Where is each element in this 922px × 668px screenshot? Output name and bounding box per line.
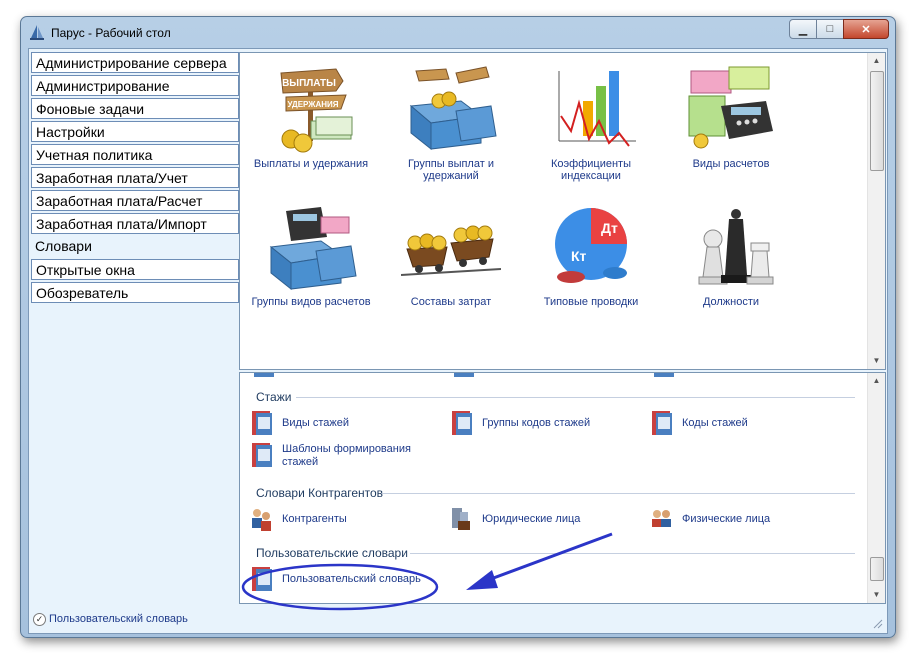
list-item-vidy-stazhey[interactable]: Виды стажей [248,409,349,437]
tile-payment-groups[interactable]: Группы выплат и удержаний [386,61,516,182]
parus-sail-icon [30,25,44,40]
list-item-kontragenty[interactable]: Контрагенты [248,505,347,533]
client-area: Администрирование сервера Администрирова… [28,48,888,634]
tile-cost-compositions[interactable]: Составы затрат [386,199,516,308]
nav-item-browser[interactable]: Обозреватель [31,282,239,303]
payments-signpost-icon: ВЫПЛАТЫ УДЕРЖАНИЯ [280,68,353,153]
small-icons-pane: Стажи Виды стажей Группы кодов стажей Ко… [239,372,886,604]
tile-label: Должности [702,296,760,308]
tile-label: Выплаты и удержания [253,158,369,170]
checkmark-icon: ✓ [33,613,46,626]
book-icon [252,567,272,591]
list-item-yuridicheskie-litsa[interactable]: Юридические лица [448,505,580,533]
section-title-contragents: Словари Контрагентов [256,486,384,500]
tile-positions[interactable]: Должности [666,199,796,308]
tile-calc-groups[interactable]: Группы видов расчетов [246,199,376,308]
tile-label: Виды расчетов [692,158,770,170]
coin-carts-icon [400,225,502,276]
maximize-button[interactable]: □ [816,19,844,39]
list-item-fizicheskie-litsa[interactable]: Физические лица [648,505,770,533]
debit-credit-pie-icon: Дт Кт [555,208,627,283]
tile-payments[interactable]: ВЫПЛАТЫ УДЕРЖАНИЯ Выплаты и удержания [246,61,376,170]
persons-icon [652,510,671,527]
partial-book-icon [654,373,674,377]
tile-label: Типовые проводки [543,296,639,308]
window-title: Парус - Рабочий стол [51,26,171,40]
scroll-up-arrow-icon[interactable]: ▲ [868,373,885,389]
svg-text:Кт: Кт [571,248,587,264]
tile-label: Группы видов расчетов [251,296,371,308]
partial-book-icon [454,373,474,377]
large-icons-pane: ВЫПЛАТЫ УДЕРЖАНИЯ Выплаты и удержания Гр… [239,52,886,370]
section-divider [296,397,855,398]
top-pane-scrollbar[interactable]: ▲ ▼ [867,53,885,369]
nav-item-dictionaries[interactable]: Словари [31,236,239,257]
nav-item-admin[interactable]: Администрирование [31,75,239,96]
scroll-thumb[interactable] [870,557,884,581]
section-divider [410,553,855,554]
tile-index-coefficients[interactable]: Коэффициенты индексации [526,61,656,182]
svg-text:УДЕРЖАНИЯ: УДЕРЖАНИЯ [287,100,338,109]
svg-text:Дт: Дт [601,220,618,236]
status-text: Пользовательский словарь [49,613,188,625]
section-title-stazhi: Стажи [256,390,292,404]
nav-item-accounting-policy[interactable]: Учетная политика [31,144,239,165]
nav-item-salary-calculation[interactable]: Заработная плата/Расчет [31,190,239,211]
tile-label: Составы затрат [410,296,492,308]
scroll-down-arrow-icon[interactable]: ▼ [868,353,885,369]
section-divider [382,493,855,494]
list-item-shablony-stazhey[interactable]: Шаблоны формирования стажей [248,441,428,469]
nav-item-salary-import[interactable]: Заработная плата/Импорт [31,213,239,234]
book-icon [452,411,472,435]
calculator-money-icon [688,66,773,149]
tile-label: Группы выплат и удержаний [408,158,494,182]
minimize-button[interactable]: ▁ [789,19,817,39]
nav-item-server-admin[interactable]: Администрирование сервера [31,52,239,73]
resize-grip-icon[interactable] [873,619,883,629]
tile-calculation-types[interactable]: Виды расчетов [666,61,796,170]
nav-item-open-windows[interactable]: Открытые окна [31,259,239,280]
nav-item-settings[interactable]: Настройки [31,121,239,142]
list-item-gruppy-kodov-stazhey[interactable]: Группы кодов стажей [448,409,590,437]
payment-groups-box-icon [409,66,497,151]
calc-groups-box-icon [269,207,357,291]
partial-book-icon [254,373,274,377]
nav-item-background-tasks[interactable]: Фоновые задачи [31,98,239,119]
scroll-down-arrow-icon[interactable]: ▼ [868,587,885,603]
status-bar: ✓ Пользовательский словарь [29,607,887,633]
bottom-pane-scrollbar[interactable]: ▲ ▼ [867,373,885,603]
close-button[interactable]: ✕ [843,19,889,39]
book-icon [652,411,672,435]
people-icon [252,509,271,531]
company-briefcase-icon [452,508,470,530]
book-icon [252,443,272,467]
nav-item-salary-accounting[interactable]: Заработная плата/Учет [31,167,239,188]
sidebar-nav: Администрирование сервера Администрирова… [31,52,239,305]
scroll-thumb[interactable] [870,71,884,171]
list-item-user-dictionary[interactable]: Пользовательский словарь [248,565,421,593]
list-item-kody-stazhey[interactable]: Коды стажей [648,409,748,437]
book-icon [252,411,272,435]
main-window: Парус - Рабочий стол ▁ □ ✕ Администриров… [20,16,896,638]
svg-text:ВЫПЛАТЫ: ВЫПЛАТЫ [282,78,336,89]
title-bar[interactable]: Парус - Рабочий стол ▁ □ ✕ [21,17,895,47]
scroll-up-arrow-icon[interactable]: ▲ [868,53,885,69]
index-chart-icon [558,71,636,147]
chess-pieces-icon [698,209,774,285]
tile-standard-entries[interactable]: Дт Кт Типовые проводки [526,199,656,308]
section-title-user-dicts: Пользовательские словари [256,546,408,560]
tile-label: Коэффициенты индексации [551,158,631,182]
